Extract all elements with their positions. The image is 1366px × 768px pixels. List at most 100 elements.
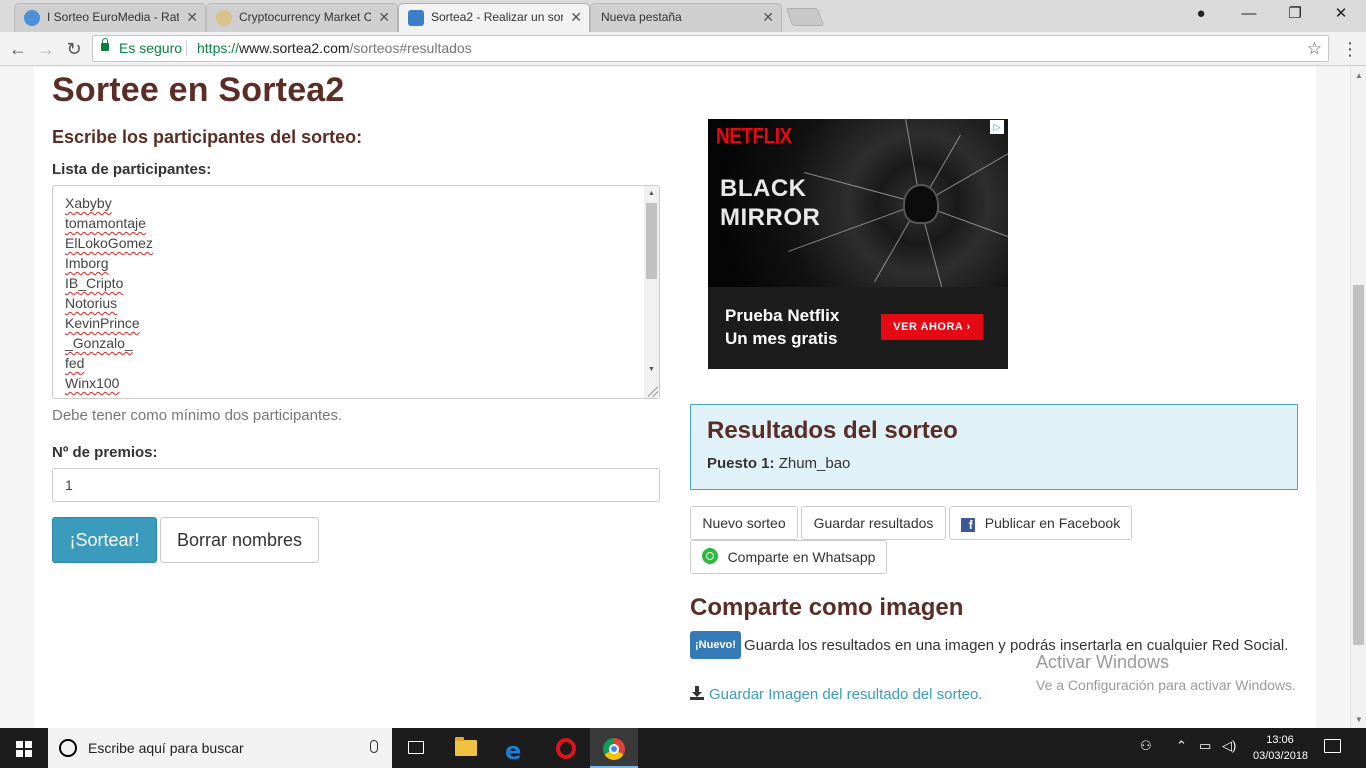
participant-item: _Gonzalo_ [65,335,133,351]
folder-icon [455,737,477,756]
scroll-down-icon[interactable]: ▼ [1355,715,1363,724]
secure-label: Es seguro [119,40,183,56]
clock-time: 13:06 [1266,734,1294,746]
facebook-icon: f [960,518,975,532]
participant-item: Winx100 [65,375,120,391]
winner-line: Puesto 1: Zhum_bao [707,455,850,472]
netflix-ad-banner[interactable]: NETFLIX BLACK MIRROR ▷ Prueba Netflix Un… [708,119,1008,369]
participants-heading: Escribe los participantes del sorteo: [52,127,363,147]
participant-item: KevinPrince [65,315,140,331]
minimize-icon[interactable]: — [1226,0,1272,28]
show-hidden-icons-icon[interactable]: ⌃ [1176,738,1187,754]
url-text: https://www.sortea2.com/sorteos#resultad… [197,36,472,61]
edge-button[interactable]: e [492,728,540,768]
prizes-input[interactable]: 1 [52,468,660,502]
tab-cryptocurrency-market[interactable]: Cryptocurrency Market C ✕ [206,3,398,32]
browser-toolbar: ← → ↻ Es seguro https://www.sortea2.com/… [0,32,1366,66]
forward-arrow-icon[interactable]: → [33,36,59,62]
save-results-button[interactable]: Guardar resultados [801,506,946,540]
participant-item: Notorius [65,295,118,311]
skull-icon [903,184,939,224]
draw-button[interactable]: ¡Sortear! [52,517,157,563]
download-icon [690,686,704,700]
opera-button[interactable] [542,728,590,768]
address-bar[interactable]: Es seguro https://www.sortea2.com/sorteo… [92,35,1329,62]
participants-help-text: Debe tener como mínimo dos participantes… [52,407,343,424]
clear-names-button[interactable]: Borrar nombres [160,517,319,563]
position-label: Puesto 1: [707,455,775,472]
share-image-description: ¡Nuevo! Guarda los resultados en una imag… [690,631,1290,659]
url-path: /sorteos#resultados [349,40,472,56]
bookmark-star-icon[interactable]: ☆ [1307,36,1322,61]
adchoices-icon[interactable]: ▷ [990,120,1004,134]
tab-title: Sortea2 - Realizar un sor [431,10,563,24]
close-tab-icon[interactable]: ✕ [186,4,198,30]
ad-show-title: BLACK MIRROR [720,175,821,231]
close-tab-icon[interactable]: ✕ [762,4,774,30]
task-view-button[interactable] [392,728,440,768]
ad-artwork: NETFLIX BLACK MIRROR ▷ [708,119,1008,292]
restore-icon[interactable]: ❐ [1272,0,1318,28]
new-tab-button[interactable] [785,8,825,26]
site-favicon-icon [24,10,40,26]
action-center-icon[interactable] [1324,739,1341,753]
download-image-link[interactable]: Guardar Imagen del resultado del sorteo. [690,686,983,703]
close-tab-icon[interactable]: ✕ [570,4,582,30]
winner-name: Zhum_bao [778,455,851,472]
publish-facebook-button[interactable]: f Publicar en Facebook [949,506,1132,540]
task-view-icon [408,741,424,754]
share-whatsapp-button[interactable]: Comparte en Whatsapp [690,540,887,574]
results-title: Resultados del sorteo [707,417,958,444]
new-draw-button[interactable]: Nuevo sorteo [690,506,798,540]
network-icon[interactable]: ▭ [1199,738,1211,754]
windows-logo-icon [16,741,32,757]
results-panel: Resultados del sorteo Puesto 1: Zhum_bao [690,404,1298,490]
page-scrollbar[interactable]: ▲ ▼ [1350,67,1366,728]
tab-nueva-pestana[interactable]: Nueva pestaña ✕ [590,3,782,32]
tab-sortea2[interactable]: Sortea2 - Realizar un sor ✕ [398,3,590,33]
ad-watch-now-button[interactable]: VER AHORA › [881,314,983,340]
tab-title: I Sorteo EuroMedia - Rat [47,10,179,24]
omnibox-divider [186,41,187,56]
participants-list: Xabyby tomamontaje ElLokoGomez Imborg IB… [53,193,153,393]
participants-label: Lista de participantes: [52,161,212,178]
url-host: www.sortea2.com [239,40,350,56]
chrome-button[interactable] [590,728,638,768]
clock-date: 03/03/2018 [1253,750,1309,762]
browser-tab-strip: I Sorteo EuroMedia - Rat ✕ Cryptocurrenc… [0,0,1366,33]
close-window-icon[interactable]: ✕ [1318,0,1364,28]
resize-handle-icon[interactable] [648,387,658,397]
url-scheme: https:// [197,40,240,56]
page-title: Sortee en Sortea2 [52,71,345,109]
scroll-down-icon[interactable]: ▼ [648,366,655,373]
scroll-up-icon[interactable]: ▲ [1355,71,1363,80]
profile-icon[interactable]: ● [1178,0,1224,28]
tab-sorteo-euromedia[interactable]: I Sorteo EuroMedia - Rat ✕ [14,3,206,32]
participants-textarea[interactable]: Xabyby tomamontaje ElLokoGomez Imborg IB… [52,185,660,399]
participant-item: IB_Cripto [65,275,124,291]
taskbar-search-placeholder: Escribe aquí para buscar [88,740,244,756]
page-scroll-thumb[interactable] [1353,285,1364,645]
volume-icon[interactable]: ◁) [1222,738,1236,754]
taskbar-clock[interactable]: 13:06 03/03/2018 [1253,732,1309,764]
scroll-up-icon[interactable]: ▲ [648,190,655,197]
netflix-logo: NETFLIX [716,125,792,150]
textarea-scroll-thumb[interactable] [646,203,657,279]
start-button[interactable] [0,728,48,768]
sortea2-favicon-icon [408,10,424,26]
tab-title: Nueva pestaña [601,10,682,24]
file-explorer-button[interactable] [442,728,490,768]
taskbar-search-box[interactable]: Escribe aquí para buscar [48,728,392,768]
activate-windows-hint: Ve a Configuración para activar Windows. [1036,677,1296,693]
ad-cta-text: Prueba Netflix Un mes gratis [725,306,840,348]
close-tab-icon[interactable]: ✕ [378,4,390,30]
new-badge: ¡Nuevo! [690,631,741,659]
cortana-icon [59,739,77,757]
participant-item: Imborg [65,255,109,271]
reload-icon[interactable]: ↻ [61,36,87,62]
microphone-icon[interactable] [370,740,378,753]
back-arrow-icon[interactable]: ← [5,36,31,62]
textarea-scrollbar[interactable]: ▲ ▼ [644,186,659,398]
people-icon[interactable]: ⚇ [1140,738,1152,754]
browser-menu-icon[interactable]: ⋮ [1340,36,1360,62]
